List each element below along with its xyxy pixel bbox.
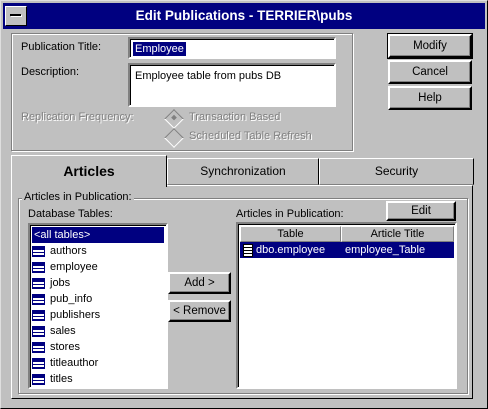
publication-title-value: Employee (133, 42, 186, 56)
database-tables-list[interactable]: <all tables> authors employee jobs pub_i… (28, 223, 168, 389)
transaction-based-label: Transaction Based (189, 111, 281, 123)
list-item[interactable]: <all tables> (31, 226, 165, 244)
article-table-cell: dbo.employee (243, 242, 325, 258)
remove-button[interactable]: < Remove (168, 300, 231, 322)
window-title: Edit Publications - TERRIER\pubs (135, 8, 353, 23)
column-header-table[interactable]: Table (240, 226, 341, 242)
list-item[interactable]: authors (32, 243, 87, 259)
tab-synchronization[interactable]: Synchronization (167, 158, 319, 185)
scheduled-refresh-label: Scheduled Table Refresh (189, 130, 312, 142)
add-button[interactable]: Add > (168, 272, 231, 294)
list-item[interactable]: publishers (32, 307, 100, 323)
table-icon (32, 325, 45, 337)
system-menu-icon[interactable] (5, 6, 27, 26)
database-tables-label: Database Tables: (28, 208, 113, 220)
list-item[interactable]: sales (32, 323, 76, 339)
column-header-article-title[interactable]: Article Title (341, 226, 454, 242)
description-input[interactable]: Employee table from pubs DB (128, 63, 336, 107)
list-item[interactable]: pub_info (32, 291, 92, 307)
tab-articles[interactable]: Articles (11, 155, 167, 187)
modify-button[interactable]: Modify (387, 33, 473, 59)
edit-publications-dialog: Edit Publications - TERRIER\pubs Publica… (0, 0, 488, 409)
title-bar: Edit Publications - TERRIER\pubs (3, 3, 485, 29)
publication-title-input[interactable]: Employee (128, 37, 336, 59)
articles-tab-page: Articles in Publication: Database Tables… (11, 185, 473, 399)
description-value: Employee table from pubs DB (135, 70, 282, 82)
list-item[interactable]: titles (32, 371, 73, 387)
help-button[interactable]: Help (388, 86, 472, 110)
table-row[interactable]: dbo.employee employee_Table (240, 242, 454, 258)
table-icon (32, 309, 45, 321)
publication-title-label: Publication Title: (21, 41, 102, 53)
description-label: Description: (21, 66, 80, 78)
list-item[interactable]: stores (32, 339, 80, 355)
table-icon (32, 245, 45, 257)
table-icon (32, 261, 45, 273)
publication-articles-label: Articles in Publication: (236, 208, 344, 220)
table-icon (32, 341, 45, 353)
table-icon (32, 357, 45, 369)
edit-button[interactable]: Edit (386, 201, 456, 221)
table-icon (32, 373, 45, 385)
table-icon (32, 293, 45, 305)
replication-frequency-label: Replication Frequency: (21, 111, 134, 123)
publication-articles-table[interactable]: Table Article Title dbo.employee employe… (236, 222, 457, 389)
tab-security[interactable]: Security (319, 158, 474, 185)
list-item[interactable]: jobs (32, 275, 70, 291)
articles-group-label: Articles in Publication: (22, 191, 134, 203)
article-title-cell: employee_Table (345, 244, 426, 256)
list-item[interactable]: titleauthor (32, 355, 98, 371)
document-icon (243, 243, 253, 257)
cancel-button[interactable]: Cancel (388, 60, 472, 84)
list-item[interactable]: employee (32, 259, 98, 275)
table-icon (32, 277, 45, 289)
